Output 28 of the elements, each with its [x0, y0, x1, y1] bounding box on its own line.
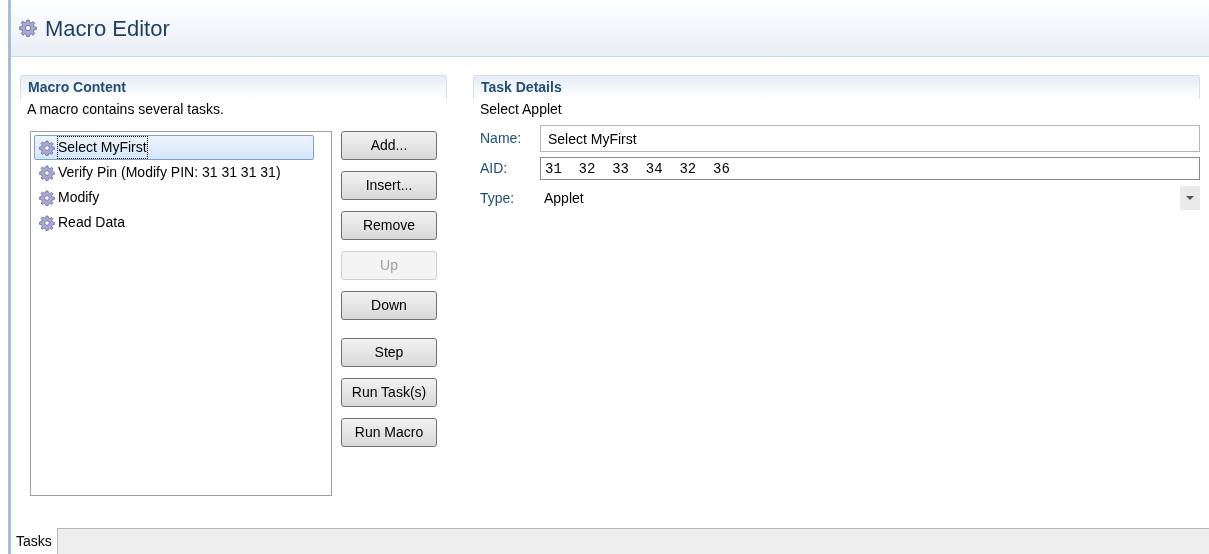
section-title: Task Details — [481, 78, 562, 97]
section-subtitle: Select Applet — [479, 100, 563, 119]
editor-title: Macro Editor — [45, 14, 170, 43]
action-button[interactable]: Run Macro — [341, 418, 437, 447]
gear-icon — [39, 164, 55, 181]
editor-tab[interactable]: Tasks — [11, 528, 58, 554]
task-item[interactable]: Modify — [34, 185, 314, 210]
task-item[interactable]: Verify Pin (Modify PIN: 31 31 31 31) — [34, 160, 314, 185]
action-button[interactable]: Down — [341, 291, 437, 320]
gear-icon — [39, 139, 55, 156]
gear-icon — [19, 19, 37, 37]
task-item[interactable]: Select MyFirst — [34, 135, 314, 160]
type-dropdown[interactable]: Applet — [540, 185, 1200, 211]
action-button[interactable]: Run Task(s) — [341, 378, 437, 407]
action-button[interactable]: Remove — [341, 211, 437, 240]
field-label: AID: — [480, 159, 509, 178]
task-item[interactable]: Read Data — [34, 210, 314, 235]
name-field[interactable]: Select MyFirst — [540, 125, 1200, 152]
field-label: Name: — [480, 129, 523, 148]
action-button[interactable]: Step — [341, 338, 437, 367]
aid-field[interactable]: 31 32 33 34 32 36 — [540, 157, 1200, 180]
gear-icon — [39, 214, 55, 231]
field-label: Type: — [480, 188, 516, 208]
gear-icon — [39, 189, 55, 206]
action-button[interactable]: Insert... — [341, 171, 437, 200]
action-button[interactable]: Add... — [341, 131, 437, 160]
section-title: Macro Content — [28, 78, 126, 97]
section-description: A macro contains several tasks. — [26, 100, 225, 119]
